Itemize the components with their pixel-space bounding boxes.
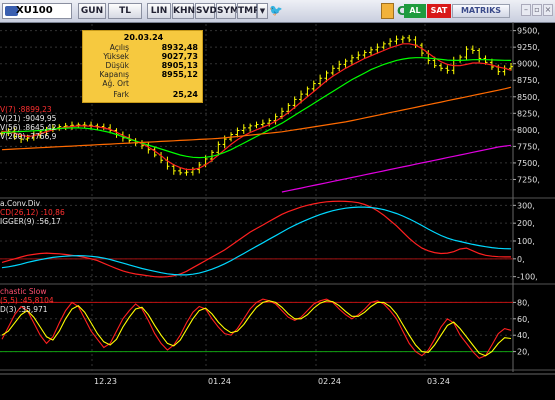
y-tick-label: 8250, — [517, 109, 540, 118]
x-tick-label: 03.24 — [427, 377, 450, 386]
high-value: 9027,73 — [161, 52, 198, 61]
y-tick-label: 7750, — [517, 142, 540, 151]
ma21-legend: V(21) :9049,95 — [0, 114, 57, 123]
ma7-legend: V(7) :8899,23 — [0, 105, 52, 114]
stoch-line-1 — [1, 300, 512, 357]
low-value: 8905,13 — [161, 61, 198, 70]
ma-line-ma21 — [1, 57, 512, 159]
low-label: Düşük — [105, 61, 129, 70]
diff-value: 25,24 — [172, 90, 198, 99]
open-label: Açılış — [109, 43, 129, 52]
stoch-k-legend: (5,5) :45,8104 — [0, 296, 54, 305]
y-tick-label: 9250, — [517, 43, 540, 52]
y-tick-label: 20, — [517, 348, 530, 357]
y-tick-label: 8750, — [517, 76, 540, 85]
open-value: 8932,48 — [161, 43, 198, 52]
weighted-avg-label: Ağ. Ort — [102, 79, 129, 88]
x-tick-label: 12.23 — [94, 377, 117, 386]
ohlc-info-box: 20.03.24 Açılış 8932,48 Yüksek 9027,73 D… — [82, 30, 203, 103]
high-label: Yüksek — [103, 52, 129, 61]
close-value: 8955,12 — [161, 70, 198, 79]
y-tick-label: 80, — [517, 298, 530, 307]
y-tick-label: 0, — [517, 255, 525, 264]
y-tick-label: 9500, — [517, 27, 540, 36]
ma-line-ma200 — [281, 144, 512, 193]
ma56-legend: V(56) :8645,42 — [0, 123, 57, 132]
info-date: 20.03.24 — [123, 33, 164, 42]
y-tick-label: 200, — [517, 219, 535, 228]
y-tick-label: 8000, — [517, 126, 540, 135]
stoch-d-legend: D(3) :35,971 — [0, 305, 48, 314]
y-tick-label: 60, — [517, 315, 530, 324]
y-tick-label: 40, — [517, 331, 530, 340]
macd-line-0 — [1, 200, 511, 278]
y-tick-label: 100, — [517, 237, 535, 246]
ma200-legend: V(200) :7766,9 — [0, 132, 57, 141]
y-tick-label: 8500, — [517, 93, 540, 102]
x-tick-label: 02.24 — [318, 377, 341, 386]
macd-title: a.Conv.Div — [0, 199, 41, 208]
trigger-legend: IGGER(9) :56,17 — [0, 217, 61, 226]
y-tick-label: 9000, — [517, 60, 540, 69]
diff-label: Fark — [113, 90, 129, 99]
y-tick-label: 7500, — [517, 159, 540, 168]
y-tick-label: 7250, — [517, 175, 540, 184]
stochastic-title: chastic Slow — [0, 287, 47, 296]
matriks-chart-window: XU100 GUN TL LIN KHN SVD SYM TMP ▼ 🐦 C A… — [0, 0, 555, 400]
macd-legend: CD(26,12) :10,86 — [0, 208, 65, 217]
x-tick-label: 01.24 — [208, 377, 231, 386]
y-tick-label: 300, — [517, 201, 535, 210]
y-tick-label: -100, — [517, 273, 538, 282]
close-label: Kapanış — [99, 70, 129, 79]
